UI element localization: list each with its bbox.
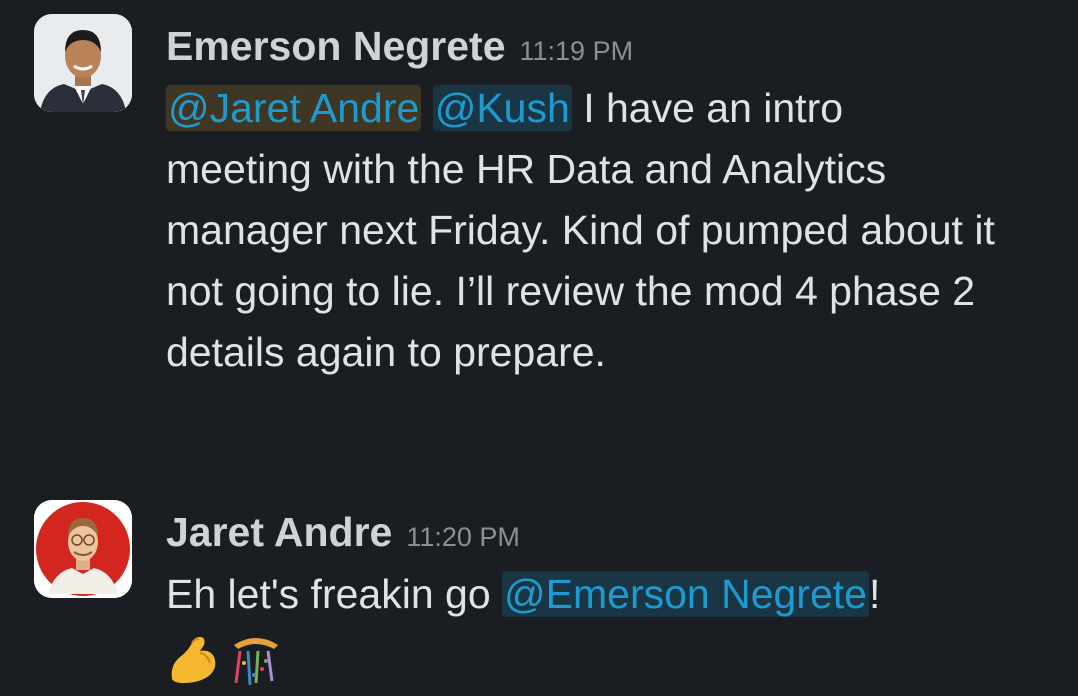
emoji-row [166, 629, 1058, 689]
author-name[interactable]: Emerson Negrete [166, 14, 506, 78]
message-text-line1: I have an intro [571, 85, 844, 131]
message-text-end: ! [868, 571, 881, 617]
avatar-jaret[interactable] [34, 500, 132, 598]
message-header: Emerson Negrete 11:19 PM [166, 14, 1058, 78]
message-content: Jaret Andre 11:20 PM Eh let's freakin go… [166, 500, 1058, 689]
message-header: Jaret Andre 11:20 PM [166, 500, 1058, 564]
message-timestamp[interactable]: 11:19 PM [520, 36, 634, 67]
message-content: Emerson Negrete 11:19 PM @Jaret Andre @K… [166, 14, 1058, 383]
emerson-avatar-icon [34, 14, 132, 112]
message-text: meeting with the HR Data and Analytics m… [166, 146, 995, 375]
mention-kush[interactable]: @Kush [432, 85, 572, 131]
mention-jaret-andre[interactable]: @Jaret Andre [166, 85, 422, 131]
message-text: Eh let's freakin go [166, 571, 503, 617]
message-body: Eh let's freakin go @Emerson Negrete! [166, 564, 1058, 625]
jaret-avatar-icon [34, 500, 132, 598]
author-name[interactable]: Jaret Andre [166, 500, 392, 564]
confetti-ball-icon [228, 631, 284, 687]
message-body: @Jaret Andre @Kush I have an intro meetin… [166, 78, 1058, 383]
message-timestamp[interactable]: 11:20 PM [406, 522, 520, 553]
avatar-emerson[interactable] [34, 14, 132, 112]
mention-emerson-negrete[interactable]: @Emerson Negrete [502, 571, 869, 617]
flexed-biceps-icon [166, 631, 222, 687]
